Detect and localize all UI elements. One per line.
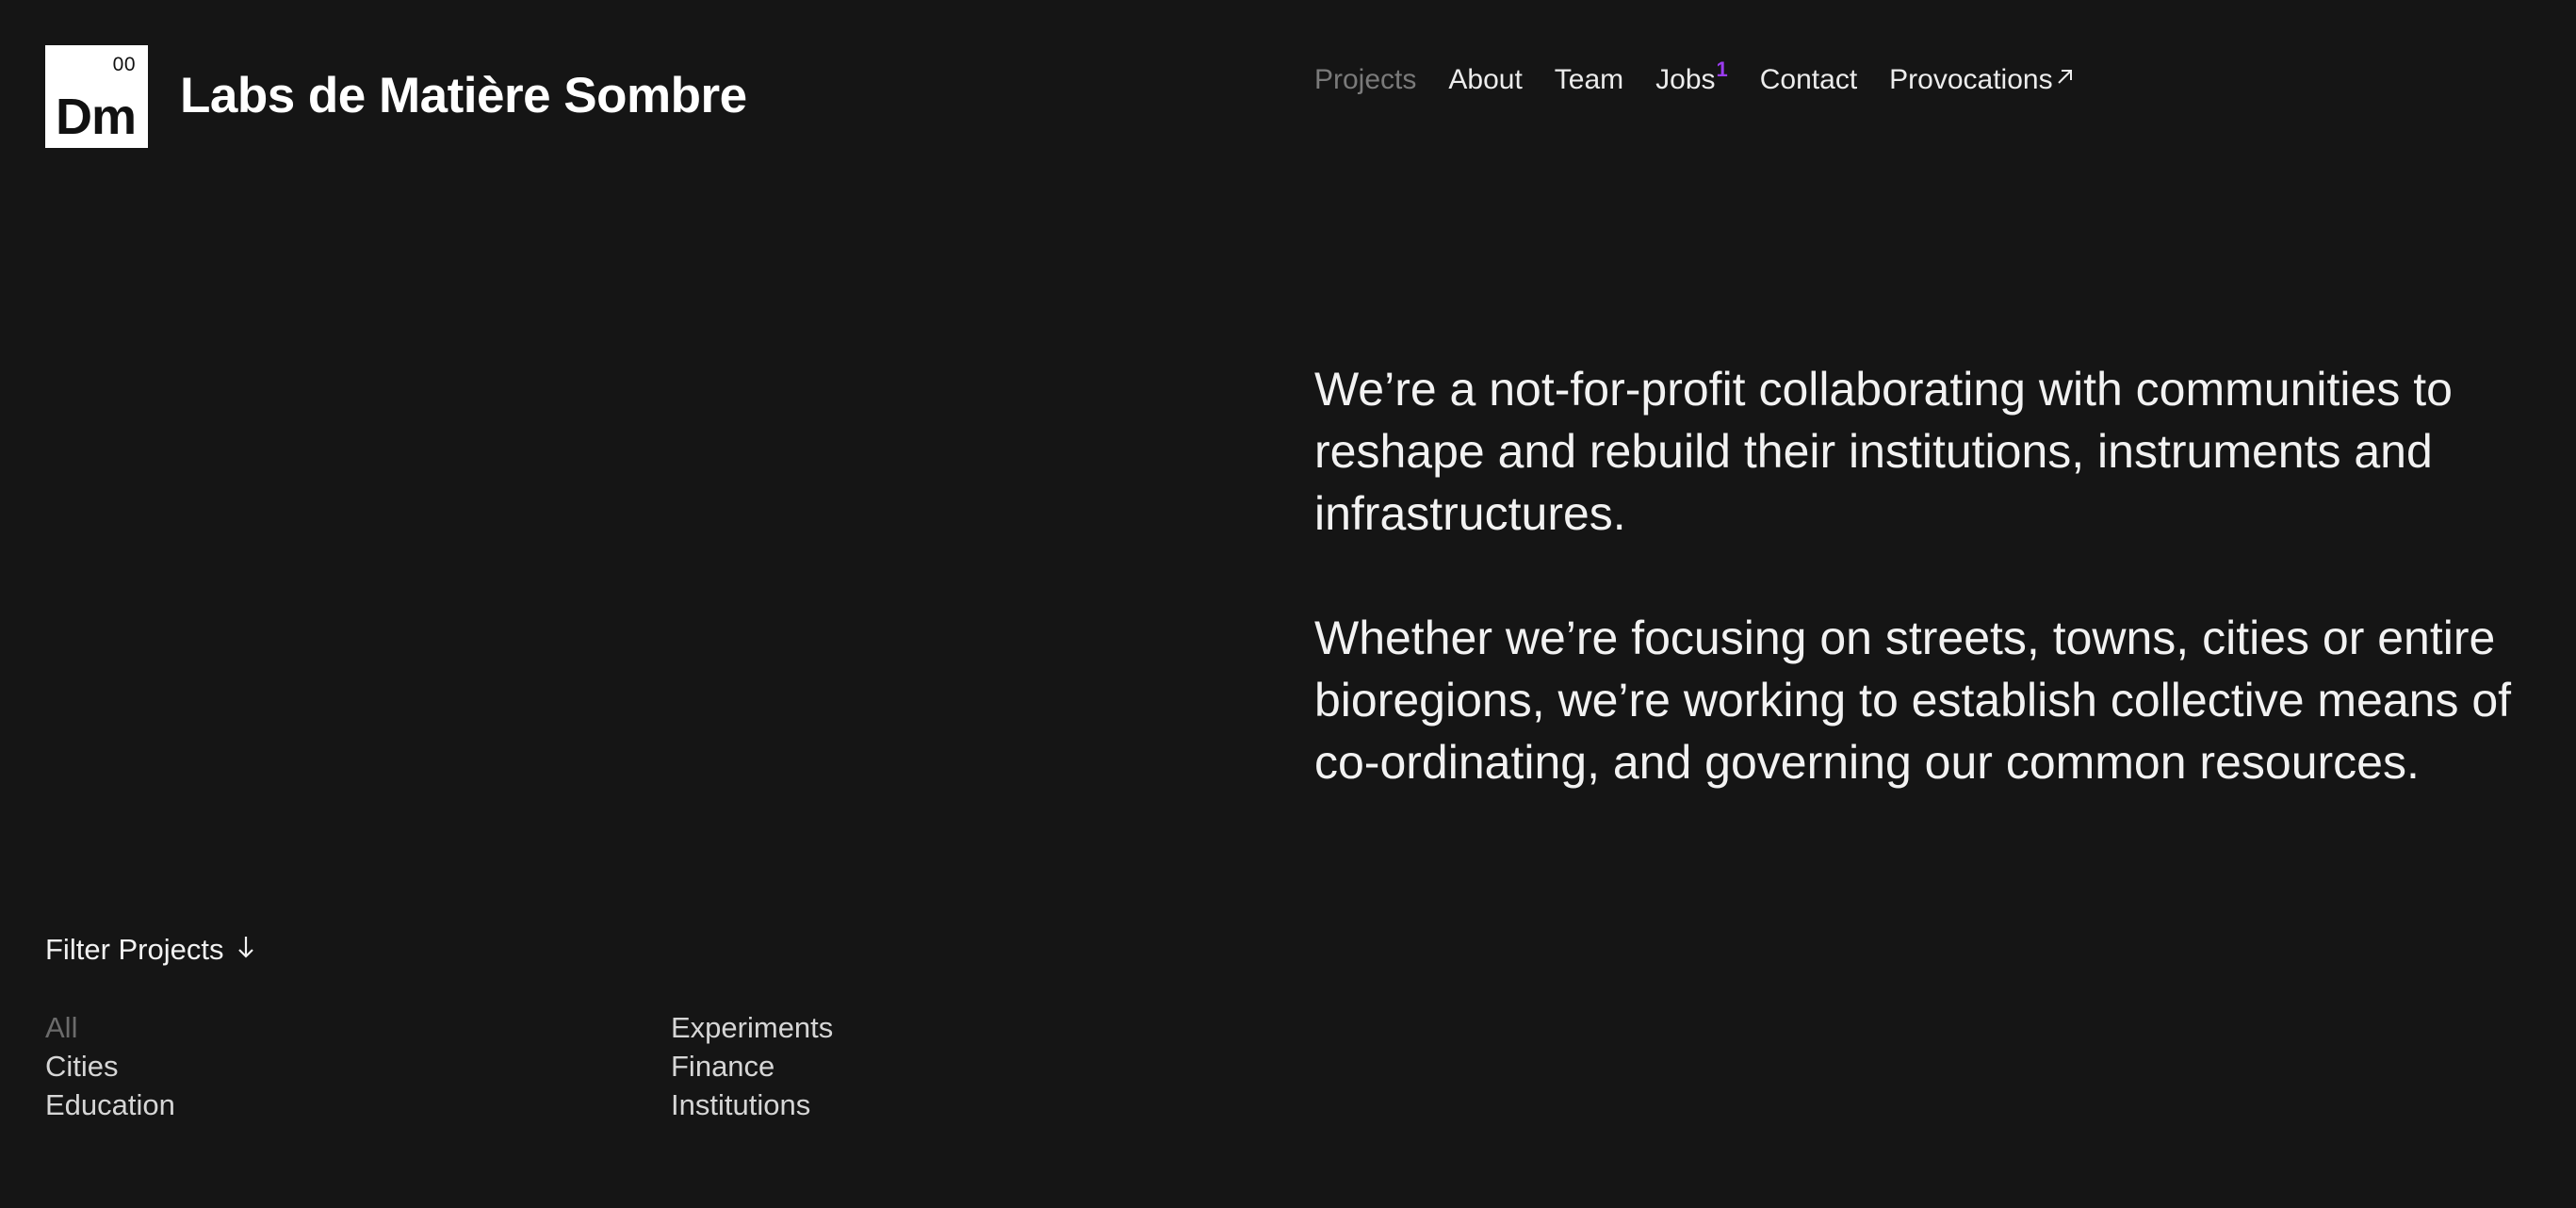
nav-contact-label: Contact xyxy=(1759,64,1858,95)
arrow-down-icon xyxy=(236,931,255,969)
filter-column-1: All Cities Education xyxy=(45,1008,175,1124)
nav-team-label: Team xyxy=(1554,64,1624,95)
logo-symbol: Dm xyxy=(56,89,137,145)
filter-column-2: Experiments Finance Institutions xyxy=(671,1008,833,1124)
intro-paragraph-1: We’re a not-for-profit collaborating wit… xyxy=(1314,363,2453,540)
nav-projects-label: Projects xyxy=(1314,64,1417,95)
nav-provocations[interactable]: Provocations xyxy=(1889,61,2075,100)
nav-team[interactable]: Team xyxy=(1555,61,1623,100)
intro-text: We’re a not-for-profit collaborating wit… xyxy=(1314,358,2558,856)
filter-experiments[interactable]: Experiments xyxy=(671,1008,833,1047)
main-nav: Projects About Team Jobs1 Contact Provoc… xyxy=(1314,59,2076,100)
nav-about[interactable]: About xyxy=(1448,61,1522,100)
site-title[interactable]: Labs de Matière Sombre xyxy=(180,66,747,126)
filter-all[interactable]: All xyxy=(45,1008,175,1047)
nav-jobs-label: Jobs xyxy=(1655,64,1716,95)
nav-contact[interactable]: Contact xyxy=(1760,61,1857,100)
intro-paragraph-2: Whether we’re focusing on streets, towns… xyxy=(1314,612,2512,789)
nav-about-label: About xyxy=(1448,64,1523,95)
filter-education[interactable]: Education xyxy=(45,1086,175,1124)
filter-institutions[interactable]: Institutions xyxy=(671,1086,833,1124)
filter-projects-label: Filter Projects xyxy=(45,933,224,966)
filter-projects-button[interactable]: Filter Projects xyxy=(45,931,255,969)
arrow-up-right-icon xyxy=(2055,59,2076,97)
filter-cities[interactable]: Cities xyxy=(45,1047,175,1086)
jobs-count-badge: 1 xyxy=(1716,57,1728,81)
logo[interactable]: 00 Dm xyxy=(45,45,148,148)
nav-projects[interactable]: Projects xyxy=(1314,61,1416,100)
nav-provocations-label: Provocations xyxy=(1889,64,2053,95)
logo-number: 00 xyxy=(112,54,136,75)
filter-finance[interactable]: Finance xyxy=(671,1047,833,1086)
nav-jobs[interactable]: Jobs1 xyxy=(1655,59,1728,100)
